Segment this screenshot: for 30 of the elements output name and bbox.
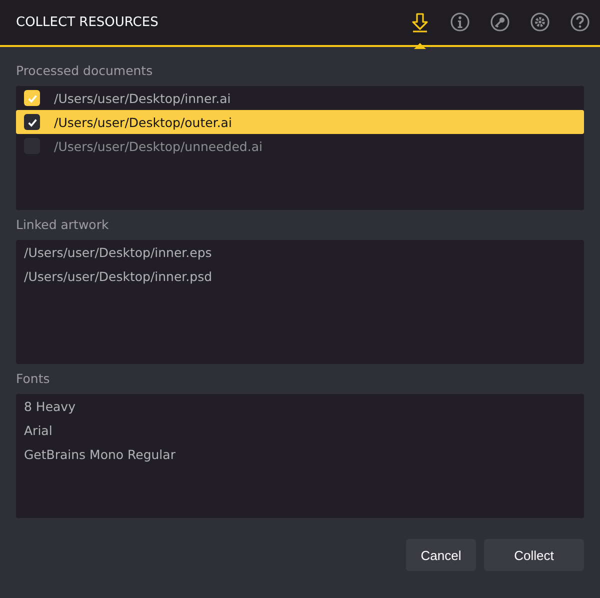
- cancel-button[interactable]: Cancel: [406, 539, 476, 571]
- document-row[interactable]: /Users/user/Desktop/outer.ai: [16, 110, 584, 134]
- checkbox[interactable]: [24, 90, 40, 106]
- window-title: COLLECT RESOURCES: [16, 15, 158, 30]
- checkmark-icon: [26, 92, 38, 104]
- settings-tab[interactable]: [529, 10, 551, 34]
- checkbox[interactable]: [24, 114, 40, 130]
- key-icon: [490, 12, 510, 33]
- checkmark-icon: [26, 116, 38, 128]
- document-row[interactable]: /Users/user/Desktop/unneeded.ai: [16, 134, 584, 158]
- artwork-path: /Users/user/Desktop/inner.psd: [23, 268, 214, 286]
- artwork-path: /Users/user/Desktop/inner.eps: [23, 244, 213, 262]
- info-icon: [450, 12, 470, 33]
- font-name: 8 Heavy: [23, 398, 76, 416]
- file-path: /Users/user/Desktop/inner.ai: [54, 90, 231, 106]
- font-name: GetBrains Mono Regular: [23, 446, 176, 464]
- settings-icon: [530, 12, 550, 33]
- help-icon: [570, 12, 590, 33]
- file-path: /Users/user/Desktop/outer.ai: [54, 114, 232, 130]
- download-icon: [410, 12, 430, 33]
- help-tab[interactable]: [569, 10, 591, 34]
- collect-button[interactable]: Collect: [484, 539, 584, 571]
- file-path: /Users/user/Desktop/unneeded.ai: [54, 138, 262, 154]
- section-label: Fonts: [16, 371, 51, 388]
- font-name: Arial: [23, 422, 54, 440]
- info-tab[interactable]: [449, 10, 471, 34]
- section-label: Linked artwork: [16, 217, 110, 234]
- section-label: Processed documents: [16, 63, 154, 80]
- document-row[interactable]: /Users/user/Desktop/inner.ai: [16, 86, 584, 110]
- key-tab[interactable]: [489, 10, 511, 34]
